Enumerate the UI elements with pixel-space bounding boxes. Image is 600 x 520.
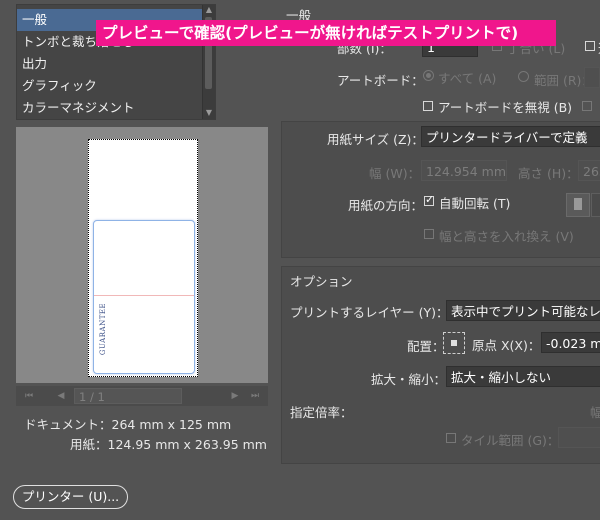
category-item-graphics[interactable]: グラフィック — [17, 75, 203, 97]
width-label: 幅 (W)： — [369, 166, 421, 181]
scaling-select[interactable]: 拡大・縮小しない — [446, 366, 600, 387]
origin-x-label: 原点 X(X)： — [472, 338, 541, 353]
paper-size-select[interactable]: プリンタードライバーで定義 — [421, 126, 600, 147]
tile-range-checkbox[interactable] — [446, 433, 456, 443]
ignore-artboards-checkbox[interactable] — [423, 101, 433, 111]
last-page-icon[interactable]: ⏭ — [248, 388, 262, 404]
layers-select[interactable]: 表示中でプリント可能なレイヤー — [446, 300, 600, 321]
reverse-order-checkbox[interactable] — [585, 41, 595, 51]
artboard-label: アートボード： — [337, 73, 424, 88]
swap-dimensions-checkbox[interactable] — [424, 229, 434, 239]
document-size-text: ドキュメント：264 mm x 125 mm — [24, 417, 232, 432]
artboard-all-radio[interactable] — [423, 70, 434, 81]
preview-artwork: GUARANTEE — [93, 220, 195, 374]
layers-label: プリントするレイヤー (Y)： — [290, 305, 449, 320]
next-page-icon[interactable]: ▶ — [228, 388, 242, 404]
category-item-output[interactable]: 出力 — [17, 53, 203, 75]
paper-size-text: 用紙：124.95 mm x 263.95 mm — [70, 437, 267, 452]
tile-range-input[interactable] — [558, 427, 600, 448]
custom-scale-width-label: 幅 — [590, 405, 600, 420]
scaling-label: 拡大・縮小： — [371, 372, 447, 387]
tile-range-label: タイル範囲 (G)： — [461, 433, 560, 448]
height-input[interactable]: 263 — [578, 160, 600, 181]
placement-center-icon — [451, 340, 457, 346]
artboard-all-label: すべて (A) — [438, 71, 497, 86]
portrait-icon — [574, 198, 582, 210]
category-item-color-management[interactable]: カラーマネジメント — [17, 97, 203, 119]
category-item-advanced[interactable]: 詳細 — [17, 119, 203, 120]
first-page-icon[interactable]: ⏮ — [22, 388, 36, 404]
page-number-field[interactable]: 1 / 1 — [74, 388, 182, 404]
scroll-up-arrow-icon[interactable]: ▲ — [204, 5, 214, 15]
options-section-title: オプション — [290, 274, 353, 289]
auto-rotate-label: 自動回転 (T) — [439, 196, 511, 211]
print-preview[interactable]: GUARANTEE — [16, 127, 268, 383]
artboard-range-radio[interactable] — [518, 71, 529, 82]
artboard-range-input[interactable] — [584, 67, 600, 88]
scroll-down-arrow-icon[interactable]: ▼ — [204, 108, 214, 118]
auto-rotate-checkbox[interactable] — [424, 193, 434, 206]
preview-artwork-text: GUARANTEE — [99, 302, 107, 356]
origin-x-input[interactable]: -0.023 mm — [541, 332, 600, 353]
printer-button[interactable]: プリンター (U)... — [13, 485, 128, 509]
placement-grid-icon[interactable] — [443, 332, 465, 354]
preview-guide-line — [94, 295, 194, 296]
paper-size-label: 用紙サイズ (Z)： — [327, 132, 424, 147]
preview-pager: ⏮ ◀ 1 / 1 ▶ ⏭ — [16, 386, 268, 406]
placement-label: 配置： — [407, 339, 445, 354]
width-input[interactable]: 124.954 mm — [421, 160, 507, 181]
landscape-orientation-button[interactable] — [591, 193, 600, 217]
annotation-banner: プレビューで確認(プレビューが無ければテストプリントで) — [96, 20, 556, 46]
height-label: 高さ (H)： — [518, 166, 579, 181]
custom-scale-label: 指定倍率： — [290, 405, 353, 420]
prev-page-icon[interactable]: ◀ — [54, 388, 68, 404]
orientation-label: 用紙の方向： — [348, 198, 424, 213]
skip-blank-checkbox[interactable] — [582, 101, 592, 111]
preview-paper: GUARANTEE — [88, 139, 198, 377]
swap-dimensions-label: 幅と高さを入れ換え (V) — [439, 229, 574, 244]
portrait-orientation-button[interactable] — [566, 193, 590, 217]
ignore-artboards-label: アートボードを無視 (B) — [438, 100, 573, 115]
